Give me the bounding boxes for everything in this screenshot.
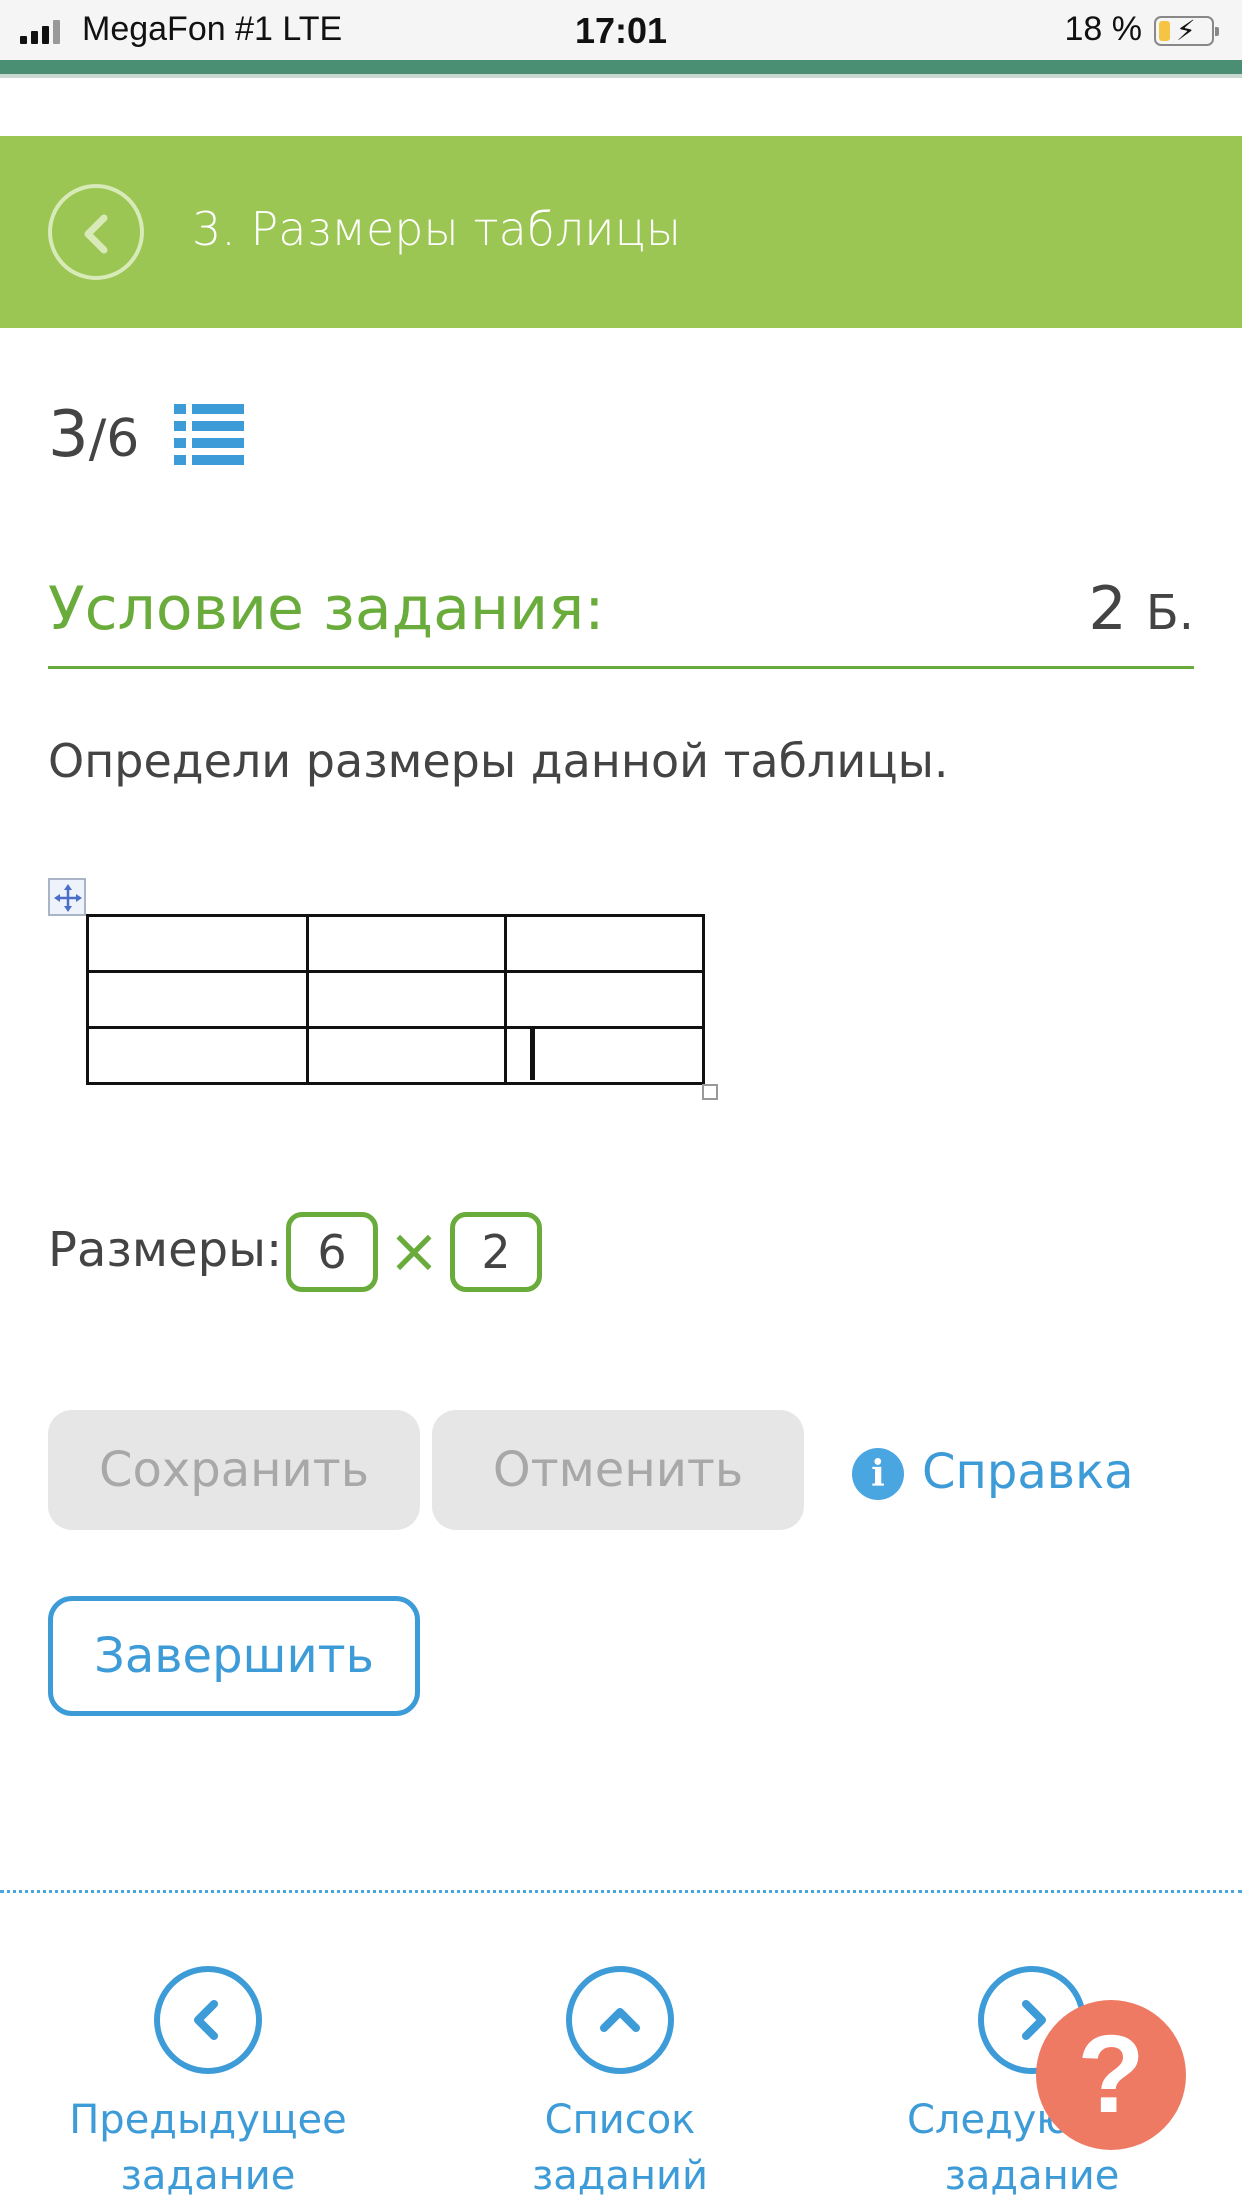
battery-percent: 18 % (1064, 10, 1143, 48)
prev-task-button[interactable]: Предыдущее задание (58, 1966, 358, 2204)
task-progress: 3/6 (48, 398, 139, 472)
clock: 17:01 (574, 10, 668, 51)
chevron-left-icon (84, 214, 108, 254)
table-cell (306, 1026, 507, 1085)
table-resize-icon (702, 1084, 718, 1100)
table-row (86, 914, 705, 973)
table-move-icon (48, 878, 86, 916)
table-cell (86, 1026, 309, 1085)
answer-label: Размеры: (48, 1222, 283, 1278)
help-question-button[interactable]: ? (1036, 2000, 1186, 2150)
condition-divider (48, 666, 1194, 669)
chevron-up-icon (566, 1966, 674, 2074)
top-stripe (0, 60, 1242, 78)
text-caret (530, 1028, 535, 1080)
points-value: 2 (1088, 574, 1127, 644)
answer-input-first[interactable]: 6 (286, 1212, 378, 1292)
task-list-icon[interactable] (174, 404, 244, 466)
info-icon[interactable]: i (852, 1448, 904, 1500)
table-cell (306, 914, 507, 973)
sample-table (86, 914, 705, 1085)
save-button[interactable]: Сохранить (48, 1410, 420, 1530)
answer-input-second[interactable]: 2 (450, 1212, 542, 1292)
footer-divider (0, 1890, 1242, 1893)
table-cell (504, 970, 705, 1029)
task-list-label: Список заданий (531, 2097, 709, 2199)
back-button[interactable] (48, 184, 144, 280)
task-points: 2 Б. (1089, 574, 1194, 644)
task-list-button[interactable]: Список заданий (470, 1966, 770, 2204)
progress-total: /6 (88, 409, 140, 469)
task-header: 3. Размеры таблицы (0, 136, 1242, 328)
battery-icon: ⚡ (1154, 14, 1219, 47)
table-cell (504, 1026, 705, 1085)
table-cell (86, 970, 309, 1029)
status-bar: MegaFon #1 LTE 17:01 18 % ⚡ (0, 0, 1242, 60)
table-cell (306, 970, 507, 1029)
question-text: Определи размеры данной таблицы. (48, 734, 949, 788)
table-row (86, 970, 705, 1029)
times-sign: × (388, 1214, 440, 1287)
table-cell (86, 914, 309, 973)
condition-title: Условие задания: (48, 574, 605, 644)
prev-task-label: Предыдущее задание (69, 2097, 347, 2199)
help-link[interactable]: Справка (922, 1444, 1133, 1500)
table-cell (504, 914, 705, 973)
table-row (86, 1026, 705, 1085)
points-unit: Б. (1145, 585, 1194, 641)
page-title: 3. Размеры таблицы (192, 202, 682, 256)
chevron-left-icon (154, 1966, 262, 2074)
finish-button[interactable]: Завершить (48, 1596, 420, 1716)
cancel-button[interactable]: Отменить (432, 1410, 804, 1530)
progress-current: 3 (48, 398, 89, 472)
